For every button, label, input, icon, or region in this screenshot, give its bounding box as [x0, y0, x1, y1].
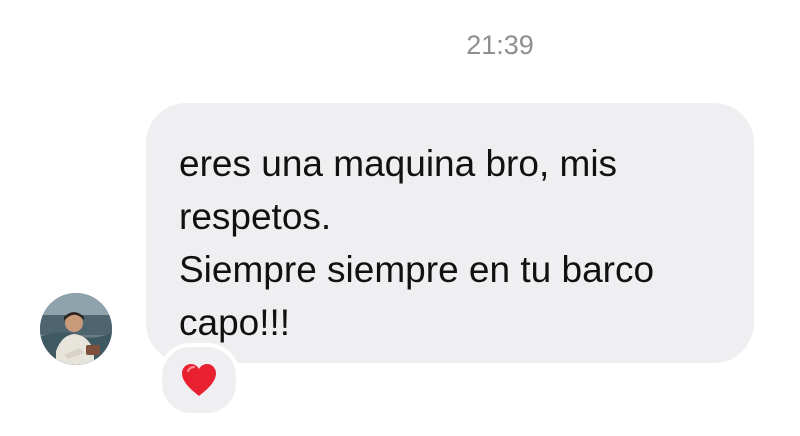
- message-bubble[interactable]: eres una maquina bro, mis respetos. Siem…: [146, 103, 754, 363]
- message-line: respetos.: [179, 196, 332, 237]
- message-line: eres una maquina bro, mis: [179, 143, 618, 184]
- message-line: capo!!!: [179, 302, 291, 343]
- profile-photo: [40, 293, 112, 365]
- message-timestamp: 21:39: [466, 30, 534, 60]
- message-line: Siempre siempre en tu barco: [179, 249, 655, 290]
- heart-icon: [182, 364, 216, 396]
- reaction-badge[interactable]: [158, 343, 240, 417]
- chat-screen: 21:39 eres una maquina bro, mis respetos…: [0, 0, 800, 436]
- avatar[interactable]: [40, 293, 112, 365]
